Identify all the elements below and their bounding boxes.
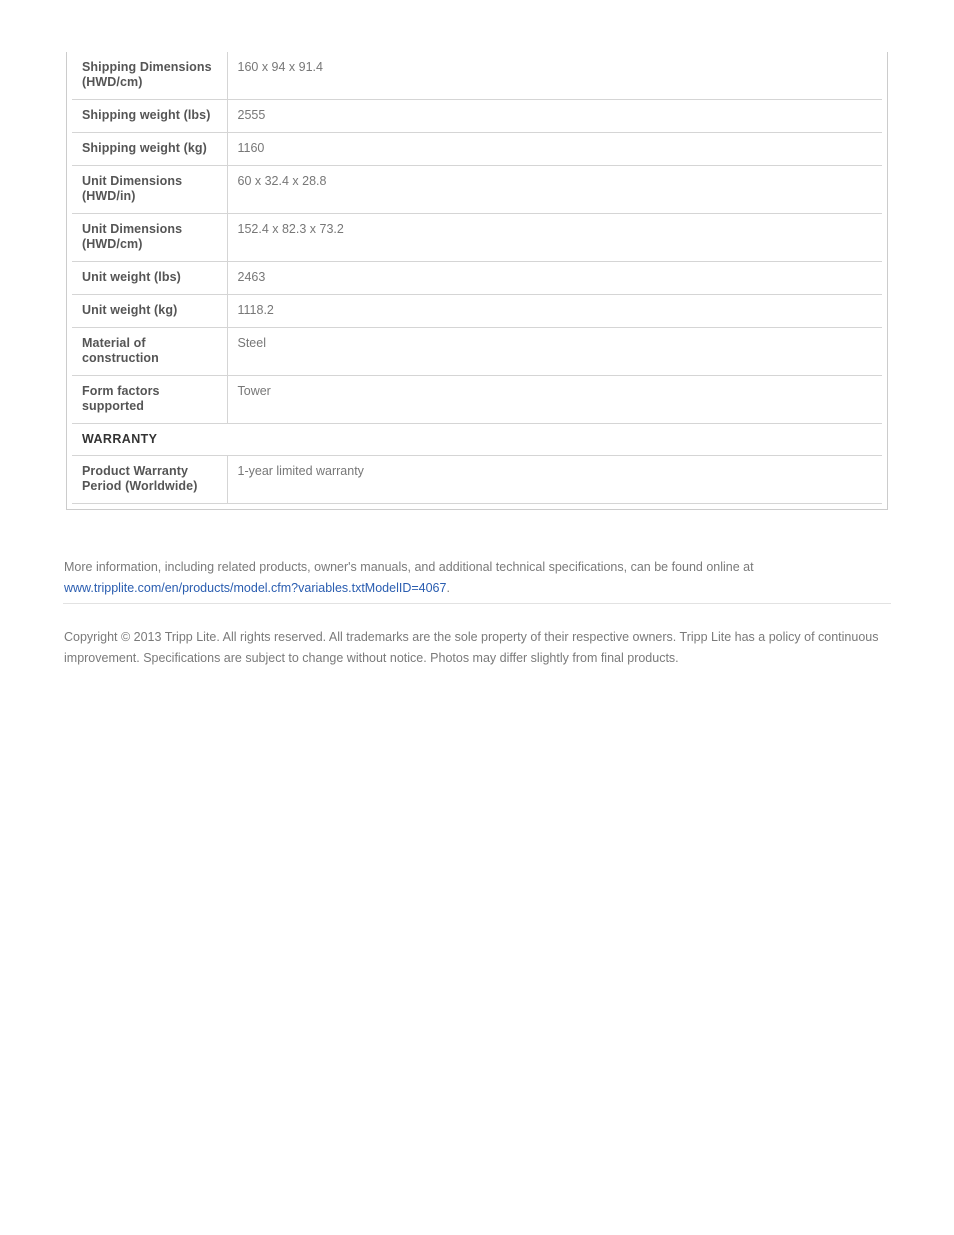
spec-label-line1: Form factors bbox=[82, 384, 160, 398]
spec-label-line1: Unit Dimensions bbox=[82, 222, 183, 236]
section-header-warranty: WARRANTY bbox=[72, 423, 882, 456]
more-information-text: More information, including related prod… bbox=[64, 559, 754, 574]
table-row: Shipping weight (kg) 1160 bbox=[72, 132, 882, 166]
spec-label-shipping-weight-lbs: Shipping weight (lbs) bbox=[72, 99, 228, 133]
table-row: Product Warranty Period (Worldwide) 1-ye… bbox=[72, 455, 882, 504]
spec-label-unit-dimensions-in: Unit Dimensions (HWD/in) bbox=[72, 165, 228, 214]
specifications-table-container: Shipping Dimensions (HWD/cm) 160 x 94 x … bbox=[66, 52, 888, 510]
spec-label-line2: (HWD/in) bbox=[82, 189, 136, 203]
spec-label-shipping-weight-kg: Shipping weight (kg) bbox=[72, 132, 228, 166]
spec-label-shipping-dimensions-cm: Shipping Dimensions (HWD/cm) bbox=[72, 52, 228, 100]
spec-label-material-of-construction: Material of construction bbox=[72, 327, 228, 376]
table-section-row: WARRANTY bbox=[72, 423, 882, 456]
specifications-table: Shipping Dimensions (HWD/cm) 160 x 94 x … bbox=[72, 52, 882, 504]
spec-label-line1: Material of bbox=[82, 336, 146, 350]
table-row: Unit Dimensions (HWD/cm) 152.4 x 82.3 x … bbox=[72, 213, 882, 262]
table-row: Unit weight (kg) 1118.2 bbox=[72, 294, 882, 328]
spec-label-unit-weight-lbs: Unit weight (lbs) bbox=[72, 261, 228, 295]
table-row: Form factors supported Tower bbox=[72, 375, 882, 424]
more-information-paragraph: More information, including related prod… bbox=[64, 557, 894, 599]
more-information-trailing-period: . bbox=[446, 580, 450, 595]
spec-value-material-of-construction: Steel bbox=[227, 327, 882, 376]
spec-value-unit-dimensions-in: 60 x 32.4 x 28.8 bbox=[227, 165, 882, 214]
tripplite-product-link[interactable]: www.tripplite.com/en/products/model.cfm?… bbox=[64, 581, 446, 595]
table-row: Unit weight (lbs) 2463 bbox=[72, 261, 882, 295]
spec-value-product-warranty-period: 1-year limited warranty bbox=[227, 455, 882, 504]
spec-label-line1: Shipping Dimensions bbox=[82, 60, 212, 74]
spec-label-product-warranty-period: Product Warranty Period (Worldwide) bbox=[72, 455, 228, 504]
table-row: Shipping Dimensions (HWD/cm) 160 x 94 x … bbox=[72, 52, 882, 100]
spec-value-shipping-dimensions-cm: 160 x 94 x 91.4 bbox=[227, 52, 882, 100]
spec-value-shipping-weight-lbs: 2555 bbox=[227, 99, 882, 133]
copyright-notice: Copyright © 2013 Tripp Lite. All rights … bbox=[64, 629, 879, 665]
specifications-table-body: Shipping Dimensions (HWD/cm) 160 x 94 x … bbox=[72, 52, 882, 504]
table-row: Shipping weight (lbs) 2555 bbox=[72, 99, 882, 133]
footer-divider bbox=[63, 603, 891, 604]
spec-label-line2: construction bbox=[82, 351, 159, 365]
table-row: Unit Dimensions (HWD/in) 60 x 32.4 x 28.… bbox=[72, 165, 882, 214]
spec-value-unit-weight-lbs: 2463 bbox=[227, 261, 882, 295]
table-row: Material of construction Steel bbox=[72, 327, 882, 376]
spec-value-unit-dimensions-cm: 152.4 x 82.3 x 73.2 bbox=[227, 213, 882, 262]
spec-label-line2: (HWD/cm) bbox=[82, 237, 143, 251]
spec-label-unit-dimensions-cm: Unit Dimensions (HWD/cm) bbox=[72, 213, 228, 262]
spec-label-line2: supported bbox=[82, 399, 145, 413]
spec-value-form-factors-supported: Tower bbox=[227, 375, 882, 424]
spec-label-line2: Period (Worldwide) bbox=[82, 479, 198, 493]
spec-label-line1: Product Warranty bbox=[82, 464, 189, 478]
spec-label-unit-weight-kg: Unit weight (kg) bbox=[72, 294, 228, 328]
page-canvas: Shipping Dimensions (HWD/cm) 160 x 94 x … bbox=[0, 0, 954, 1235]
spec-label-line1: Unit Dimensions bbox=[82, 174, 183, 188]
spec-label-form-factors-supported: Form factors supported bbox=[72, 375, 228, 424]
spec-value-shipping-weight-kg: 1160 bbox=[227, 132, 882, 166]
spec-label-line2: (HWD/cm) bbox=[82, 75, 143, 89]
spec-value-unit-weight-kg: 1118.2 bbox=[227, 294, 882, 328]
